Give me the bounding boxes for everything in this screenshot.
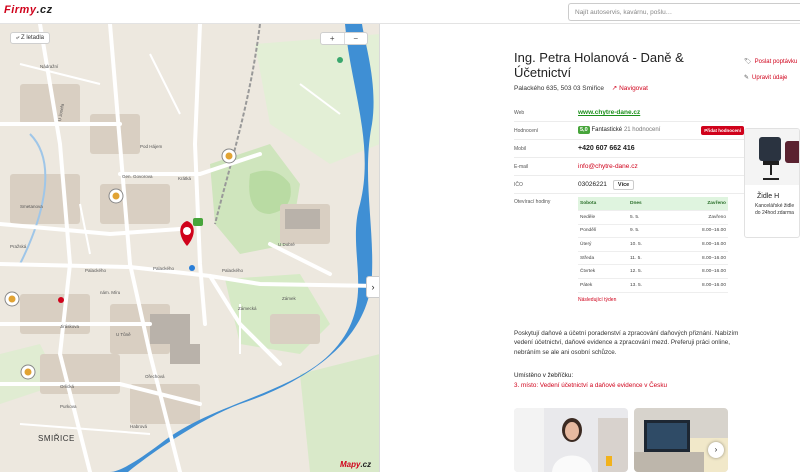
zoom-in-button[interactable]: + [321,33,345,44]
hours-date: 10. 5. [630,237,661,252]
navigate-link[interactable]: ↗ Navigovat [612,85,648,92]
advert-description: Kancelářské židle do 24hod zdarma [755,203,795,216]
website-link[interactable]: www.chytre-dane.cz [578,109,640,116]
street-label: Pražská [10,244,27,249]
rating-word: Fantastické [591,127,623,133]
advert-title: Židle H [757,193,780,200]
hours-row-6: Pátek 13. 5. 8.00–16.00 [578,278,728,293]
street-label: Palackého [222,268,244,273]
zoom-controls: + − [320,32,368,45]
street-label: Zámecká [238,306,257,311]
street-label: Purkova [60,404,77,409]
hours-time: 8.00–16.00 [660,251,728,266]
hours-day: Sobota [578,197,630,212]
rating-row: Hodnocení 5,0 Fantastické 21 hodnocení P… [514,122,744,140]
ladder-link[interactable]: 3. místo: Vedení účetnictví a daňové evi… [514,382,744,389]
street-label: Krátká [178,176,192,181]
street-label: Zámek [282,296,296,301]
rating-score: 5,0 [578,126,590,134]
more-button[interactable]: Více [612,179,635,190]
advert-card[interactable]: Židle H Kancelářské židle do 24hod zdarm… [744,128,800,238]
hours-row-2: Pondělí 9. 5. 8.00–16.00 [578,224,728,239]
town-label: SMIŘICE [38,434,75,443]
hours-day: Neděle [578,210,630,225]
street-label: U Tůně [116,332,131,337]
back-aerial-button[interactable]: ⤶ Z letadla [10,32,50,44]
ladder-label: Umístěno v žebříčku: [514,372,574,380]
zoom-out-button[interactable]: − [345,33,368,44]
hours-date: 9. 5. [630,224,661,239]
hours-time: 8.00–16.00 [660,264,728,280]
hours-table: Sobota Dnes Zavřeno Neděle 5. 5. Zavřeno Pondě… [578,197,728,293]
edit-details-link[interactable]: ✎ Upravit údaje [744,74,800,81]
web-row: Web www.chytre-dane.cz [514,104,744,122]
hours-time: Zavřeno [660,197,728,212]
service-image[interactable] [514,408,628,472]
street-label: Orlická [60,384,75,389]
business-detail: Ing. Petra Holanová - Daně & Účetnictví … [514,50,744,423]
street-label: Gen. Govorova [122,174,153,179]
ico-row: IČO 03026221 Více [514,176,744,194]
mapy-logo[interactable]: Mapy.cz [340,460,371,469]
hours-row-0: Sobota Dnes Zavřeno [578,197,728,212]
email-link[interactable]: info@chytre-dane.cz [578,163,638,170]
street-label: nám. Míru [100,290,121,295]
collapse-map-button[interactable]: › [366,276,379,298]
hours-day: Pondělí [578,224,630,239]
hours-day: Středa [578,251,630,266]
add-rating-button[interactable]: Přidat hodnocení [701,126,744,135]
search-input[interactable] [568,3,800,21]
ico-value: 03026221 [578,180,607,188]
mobile-row: Mobil +420 607 662 416 [514,140,744,158]
hours-row: Otevírací hodiny Sobota Dnes Zavřeno Neděle… [514,194,744,303]
tag-icon: 🏷 [744,59,752,65]
pencil-icon: ✎ [744,75,750,81]
hours-date: Dnes [630,197,661,212]
hours-time: 8.00–16.00 [660,278,728,293]
hours-date: 5. 5. [630,210,661,225]
street-label: Palackého [153,266,175,271]
hours-time: 8.00–16.00 [660,237,728,252]
phone-number[interactable]: +420 607 662 416 [578,145,635,152]
hours-date: 11. 5. [630,251,661,266]
service-image[interactable] [634,408,728,472]
street-label: U Dobré [278,242,295,247]
street-label: Palackého [85,268,107,273]
street-label: Pod Hájem [140,144,163,149]
street-label: Habrová [130,424,148,429]
hours-row-3: Úterý 10. 5. 8.00–16.00 [578,237,728,252]
hours-time: Zavřeno [660,210,728,225]
top-bar: Firmy.cz [0,0,800,24]
street-label: Jiráskova [60,324,80,329]
business-description: Poskytují daňové a účetní poradenství a … [514,329,739,356]
business-name: Ing. Petra Holanová - Daně & Účetnictví [514,50,684,80]
side-actions: 🏷 Poslat poptávku ✎ Upravit údaje [744,58,800,90]
rating-count[interactable]: 21 hodnocení [624,127,660,133]
hours-day: Pátek [578,278,630,293]
hours-row-4: Středa 11. 5. 8.00–16.00 [578,251,728,266]
hours-day: Čtvrtek [578,264,630,280]
advert-image [745,129,799,185]
street-label: Nádražní [40,64,59,69]
services-next-button[interactable]: › [708,442,724,458]
street-label: Smetanova [20,204,43,209]
street-label: Ořechová [145,374,165,379]
email-row: E-mail info@chytre-dane.cz [514,158,744,176]
send-request-link[interactable]: 🏷 Poslat poptávku [744,58,800,65]
firmy-logo[interactable]: Firmy.cz [4,4,53,16]
hours-row-1: Neděle 5. 5. Zavřeno [578,210,728,225]
hours-row-5: Čtvrtek 12. 5. 8.00–16.00 [578,264,728,280]
info-rows: Web www.chytre-dane.cz Hodnocení 5,0 Fan… [514,104,744,303]
hours-day: Úterý [578,237,630,252]
map-panel[interactable]: U Josefa Gen. Govorova Krátká Palackého … [0,24,380,472]
navigate-icon: ↗ [611,85,618,92]
hours-date: 13. 5. [630,278,661,293]
next-week-link[interactable]: Následující týden [578,297,744,303]
business-address: Palackého 635, 503 03 Smiřice ↗ Navigova… [514,85,648,92]
hours-date: 12. 5. [630,264,661,280]
hours-time: 8.00–16.00 [660,224,728,239]
map-canvas[interactable] [0,24,380,472]
